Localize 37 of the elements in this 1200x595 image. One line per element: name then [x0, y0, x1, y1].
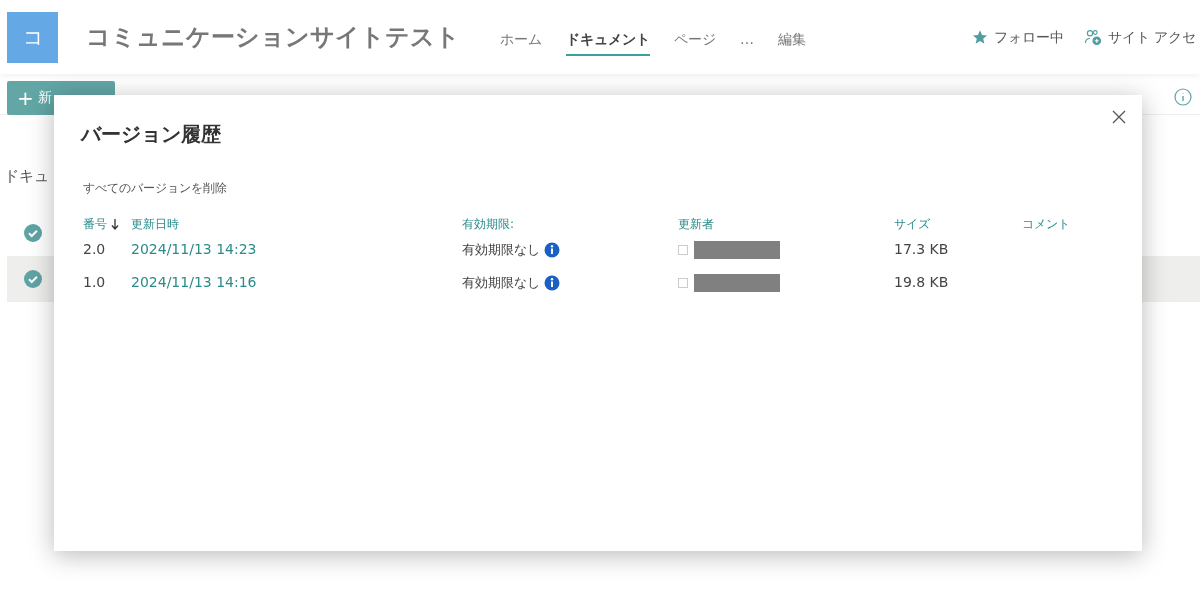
file-size: 19.8 KB: [894, 274, 949, 290]
sort-down-icon: [111, 218, 119, 230]
column-header[interactable]: 有効期限:: [462, 215, 515, 233]
page-heading: ドキュ: [4, 166, 49, 187]
column-header[interactable]: 番号: [83, 215, 107, 233]
column-header[interactable]: 更新者: [678, 215, 714, 233]
nav-tab[interactable]: …: [740, 22, 754, 56]
dialog-title: バージョン履歴: [81, 121, 221, 148]
nav-tab[interactable]: ホーム: [500, 22, 542, 56]
file-size: 17.3 KB: [894, 241, 949, 257]
star-icon: [971, 29, 988, 45]
version-number: 1.0: [83, 274, 106, 290]
expiry-text: 有効期限なし: [462, 273, 540, 292]
info-icon[interactable]: [544, 274, 560, 291]
version-number: 2.0: [83, 241, 106, 257]
info-icon[interactable]: [544, 241, 560, 258]
check-circle-icon: [24, 224, 42, 242]
nav-tab[interactable]: 編集: [778, 22, 806, 56]
nav-tab[interactable]: ドキュメント: [566, 22, 650, 56]
people-add-icon: [1083, 28, 1102, 46]
column-header[interactable]: サイズ: [894, 215, 930, 233]
delete-all-versions-link[interactable]: すべてのバージョンを削除: [83, 179, 227, 197]
version-date-link[interactable]: 2024/11/13 14:23: [131, 241, 257, 257]
version-date-link[interactable]: 2024/11/13 14:16: [131, 274, 257, 290]
header-action-button[interactable]: フォロー中: [971, 26, 1064, 48]
site-logo[interactable]: コ: [7, 11, 58, 63]
expiry-text: 有効期限なし: [462, 240, 540, 259]
close-icon[interactable]: [1112, 110, 1126, 124]
user-checkbox[interactable]: [678, 244, 688, 255]
header-action-button[interactable]: サイト アクセ: [1083, 26, 1196, 48]
column-header[interactable]: 更新日時: [131, 215, 179, 233]
check-circle-icon: [24, 270, 42, 288]
nav-tab[interactable]: ページ: [674, 22, 716, 56]
site-title: コミュニケーションサイトテスト: [86, 22, 460, 53]
info-outline-icon: [1174, 88, 1192, 106]
user-checkbox[interactable]: [678, 277, 688, 288]
column-header[interactable]: コメント: [1022, 215, 1070, 233]
